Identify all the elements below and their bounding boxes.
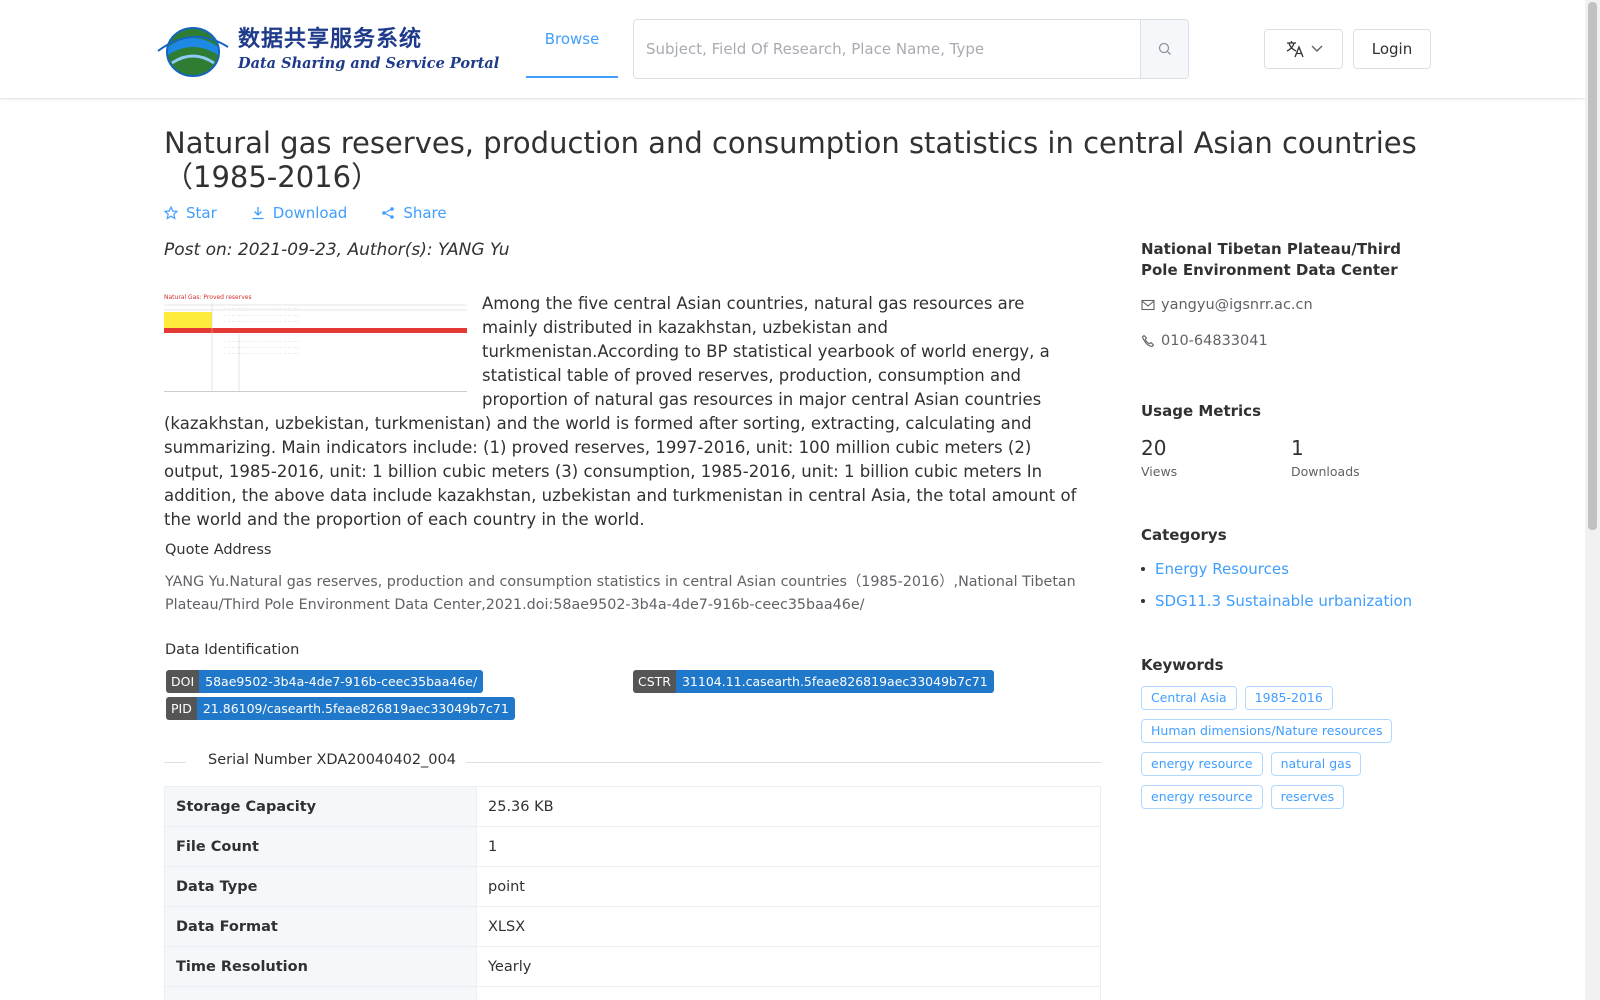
usage-metrics: Usage Metrics 20 Views 1 Downloads <box>1141 401 1441 479</box>
category-label: SDG11.3 Sustainable urbanization <box>1155 592 1413 610</box>
row-key: Storage Capacity <box>164 786 477 827</box>
contact-email[interactable]: yangyu@igsnrr.ac.cn <box>1141 297 1441 313</box>
search-input[interactable] <box>634 20 1140 78</box>
globe-logo-icon <box>154 21 232 79</box>
svg-text:. . . . . . . . . . . . .: . . . . . . . . . . . . . . . . . . . . … <box>224 350 299 355</box>
language-switcher[interactable] <box>1264 29 1343 69</box>
table-row: Time Resolution Yearly <box>164 946 1101 987</box>
scrollbar-thumb[interactable] <box>1588 2 1597 530</box>
serial-number: Serial Number XDA20040402_004 <box>208 752 456 768</box>
contact-phone: 010-64833041 <box>1141 333 1441 349</box>
keyword-tag[interactable]: energy resource <box>1141 785 1263 809</box>
data-center-info: National Tibetan Plateau/Third Pole Envi… <box>1141 239 1441 349</box>
row-key: Data Type <box>164 866 477 907</box>
row-key: Time Resolution <box>164 946 477 987</box>
row-value: point <box>476 866 1101 907</box>
category-item[interactable]: Energy Resources <box>1141 560 1441 578</box>
pid-key: PID <box>166 697 197 720</box>
table-row: Data Type point <box>164 866 1101 907</box>
logo-english-text: Data Sharing and Service Portal <box>238 55 500 72</box>
search-icon <box>1158 42 1171 55</box>
logo-chinese-text: 数据共享服务系统 <box>238 27 423 52</box>
views-count: 20 <box>1141 436 1167 460</box>
dataset-info-table: Storage Capacity 25.36 KB File Count 1 D… <box>164 786 1101 1000</box>
downloads-label: Downloads <box>1291 464 1360 479</box>
svg-text:. . . . . . . . . . . . .: . . . . . . . . . . . . . . . . . . . . … <box>224 318 299 323</box>
star-label: Star <box>186 204 217 222</box>
quote-text: YANG Yu.Natural gas reserves, production… <box>165 574 1076 613</box>
table-row <box>164 986 1101 1000</box>
login-button[interactable]: Login <box>1353 29 1431 69</box>
cstr-badge[interactable]: CSTR 31104.11.casearth.5feae826819aec330… <box>633 670 994 693</box>
category-item[interactable]: SDG11.3 Sustainable urbanization <box>1141 592 1441 610</box>
pid-badge[interactable]: PID 21.86109/casearth.5feae826819aec3304… <box>166 697 515 720</box>
mail-icon <box>1141 299 1155 311</box>
search-button[interactable] <box>1140 20 1188 78</box>
doi-value: 58ae9502-3b4a-4de7-916b-ceec35baa46e/ <box>199 670 484 693</box>
abstract: Natural Gas: Proved reserves . . . . . .… <box>164 292 1084 532</box>
keyword-tag[interactable]: natural gas <box>1270 752 1362 776</box>
dataset-thumbnail[interactable]: Natural Gas: Proved reserves . . . . . .… <box>164 292 467 392</box>
chevron-down-icon <box>1311 45 1322 52</box>
svg-text:. . . . . . . . . . . . .: . . . . . . . . . . . . . . . . . . . . … <box>224 312 299 317</box>
svg-text:. . . . . . . . . . . . .: . . . . . . . . . . . . . . . . . . . . … <box>224 344 299 349</box>
keywords: Keywords Central Asia 1985-2016 Human di… <box>1141 655 1441 809</box>
pid-value: 21.86109/casearth.5feae826819aec33049b7c… <box>196 697 515 720</box>
share-icon <box>382 207 395 219</box>
keyword-tag[interactable]: reserves <box>1270 785 1345 809</box>
keyword-tag[interactable]: Central Asia <box>1141 686 1237 710</box>
dataset-title: Natural gas reserves, production and con… <box>164 126 1417 194</box>
table-row: Data Format XLSX <box>164 906 1101 947</box>
keyword-tag[interactable]: energy resource <box>1141 752 1263 776</box>
table-row: File Count 1 <box>164 826 1101 867</box>
row-value: Yearly <box>476 946 1101 987</box>
svg-text:. . . . . . . . . . . . .: . . . . . . . . . . . . . . . . . . . . … <box>224 338 299 343</box>
doi-badge[interactable]: DOI 58ae9502-3b4a-4de7-916b-ceec35baa46e… <box>166 670 484 693</box>
serial-divider: Serial Number XDA20040402_004 <box>164 752 1101 772</box>
table-row: Storage Capacity 25.36 KB <box>164 786 1101 827</box>
page-scrollbar[interactable] <box>1585 0 1600 1000</box>
row-key: File Count <box>164 826 477 867</box>
quote-label: Quote Address <box>165 542 272 558</box>
usage-title: Usage Metrics <box>1141 402 1261 420</box>
identification-label: Data Identification <box>165 642 300 658</box>
share-label: Share <box>403 204 447 222</box>
post-info: Post on: 2021-09-23, Author(s): YANG Yu <box>164 240 510 260</box>
cstr-value: 31104.11.casearth.5feae826819aec33049b7c… <box>675 670 994 693</box>
download-icon <box>252 207 264 220</box>
category-label: Energy Resources <box>1155 560 1289 578</box>
dataset-actions: Star Download Share <box>164 204 447 222</box>
download-label: Download <box>272 204 348 222</box>
cstr-key: CSTR <box>633 670 676 693</box>
row-value: 1 <box>476 826 1101 867</box>
nav-browse[interactable]: Browse <box>526 0 618 78</box>
phone-icon <box>1141 334 1155 348</box>
svg-text:. . . . . . . . . . . . .: . . . . . . . . . . . . . . . . . . . . … <box>224 305 299 310</box>
star-button[interactable]: Star <box>164 204 217 222</box>
keyword-tag[interactable]: 1985-2016 <box>1244 686 1333 710</box>
doi-key: DOI <box>166 670 200 693</box>
categories-title: Categorys <box>1141 526 1227 544</box>
keyword-tag[interactable]: Human dimensions/Nature resources <box>1141 719 1393 743</box>
row-value: 25.36 KB <box>476 786 1101 827</box>
search-bar <box>633 19 1189 79</box>
portal-logo[interactable]: 数据共享服务系统 Data Sharing and Service Portal <box>154 20 499 80</box>
categories: Categorys Energy Resources SDG11.3 Susta… <box>1141 525 1441 610</box>
thumbnail-caption: Natural Gas: Proved reserves <box>164 294 252 301</box>
downloads-count: 1 <box>1291 436 1304 460</box>
star-icon <box>164 206 178 220</box>
email-text: yangyu@igsnrr.ac.cn <box>1161 297 1313 313</box>
top-header: 数据共享服务系统 Data Sharing and Service Portal… <box>0 0 1585 99</box>
row-value: XLSX <box>476 906 1101 947</box>
share-button[interactable]: Share <box>381 204 447 222</box>
download-button[interactable]: Download <box>251 204 348 222</box>
translate-icon <box>1286 41 1304 58</box>
phone-text: 010-64833041 <box>1161 333 1268 349</box>
row-key: Data Format <box>164 906 477 947</box>
views-label: Views <box>1141 464 1178 479</box>
keywords-title: Keywords <box>1141 656 1224 674</box>
data-center-name: National Tibetan Plateau/Third Pole Envi… <box>1141 240 1402 279</box>
